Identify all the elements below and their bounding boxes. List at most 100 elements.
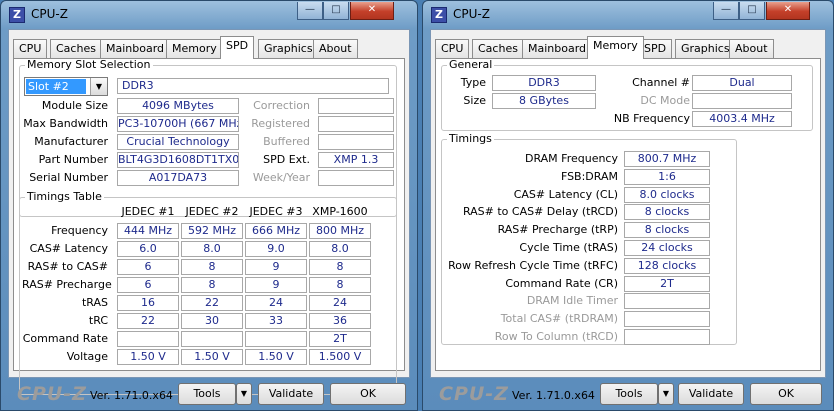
memory-timing-label: DRAM Frequency	[524, 152, 618, 165]
group-title: General	[447, 58, 495, 71]
timing-cell: 9	[245, 259, 307, 275]
memory-timing-value: 128 clocks	[624, 257, 710, 274]
timing-row-label: tRC	[88, 314, 108, 327]
tab-cpu[interactable]: CPU	[435, 39, 470, 58]
tab-graphics[interactable]: Graphics	[258, 39, 319, 58]
tab-graphics[interactable]: Graphics	[675, 39, 736, 58]
memory-timing-label: Command Rate (CR)	[505, 276, 618, 290]
module-size-label: Module Size	[41, 99, 108, 112]
timing-cell: 592 MHz	[181, 223, 243, 239]
timing-row-label: RAS# to CAS#	[27, 260, 108, 273]
chevron-down-icon[interactable]: ▼	[90, 78, 107, 95]
memory-timing-value	[624, 329, 710, 345]
timing-cell: 8	[309, 259, 371, 275]
window-title: CPU-Z	[31, 7, 68, 21]
timing-col-header: XMP-1600	[312, 205, 368, 218]
timing-col-header: JEDEC #1	[121, 205, 175, 218]
validate-button[interactable]: Validate	[258, 383, 324, 405]
chevron-down-icon[interactable]: ▼	[658, 383, 674, 405]
timing-col-header: JEDEC #2	[185, 205, 239, 218]
manufacturer-label: Manufacturer	[34, 135, 108, 148]
max-bandwidth-label: Max Bandwidth	[23, 117, 108, 130]
timing-cell: 1.50 V	[181, 349, 243, 365]
tab-about[interactable]: About	[313, 39, 358, 58]
timing-cell: 16	[117, 295, 179, 311]
version-label: Ver. 1.71.0.x64	[90, 389, 173, 402]
group-title: Memory Slot Selection	[25, 58, 153, 71]
size-value: 8 GBytes	[492, 93, 596, 109]
timing-cell: 1.50 V	[117, 349, 179, 365]
tab-about[interactable]: About	[729, 39, 774, 58]
timing-cell: 8	[181, 259, 243, 275]
tab-spd[interactable]: SPD	[220, 36, 255, 59]
tab-memory[interactable]: Memory	[587, 36, 644, 59]
memory-timing-value: 1:6	[624, 168, 710, 185]
timing-row-label: tRAS	[81, 296, 108, 309]
title-bar[interactable]: Z CPU-Z — □ ✕	[423, 1, 833, 29]
timing-cell: 800 MHz	[309, 223, 371, 239]
buffered-label: Buffered	[263, 135, 310, 148]
minimize-button[interactable]: —	[713, 2, 739, 20]
nb-frequency-label: NB Frequency	[613, 112, 690, 125]
memory-timing-value: 800.7 MHz	[624, 151, 710, 167]
tab-caches[interactable]: Caches	[472, 39, 524, 58]
dc-mode-label: DC Mode	[640, 94, 690, 107]
timing-cell: 9.0	[245, 241, 307, 257]
memory-timing-value: 8.0 clocks	[624, 186, 710, 203]
tab-mainboard[interactable]: Mainboard	[522, 39, 593, 58]
minimize-button[interactable]: —	[297, 2, 323, 20]
memory-timing-label: DRAM Idle Timer	[526, 294, 618, 308]
module-size-value: 4096 MBytes	[117, 98, 239, 114]
title-bar[interactable]: Z CPU-Z — □ ✕	[1, 1, 417, 29]
validate-button[interactable]: Validate	[678, 383, 744, 405]
timing-cell: 8	[181, 277, 243, 293]
timing-cell: 9	[245, 277, 307, 293]
cpuz-window-memory: Z CPU-Z — □ ✕ CPU Caches Mainboard Memor…	[422, 0, 834, 411]
tools-button[interactable]: Tools	[600, 383, 658, 405]
timing-cell: 666 MHz	[245, 223, 307, 239]
cpuz-app-icon: Z	[9, 7, 25, 23]
tools-button[interactable]: Tools	[178, 383, 236, 405]
slot-select[interactable]: Slot #2 ▼	[24, 77, 108, 96]
memory-type-value: DDR3	[117, 78, 389, 94]
tab-caches[interactable]: Caches	[50, 39, 102, 58]
cpuz-logo: CPU-Z	[439, 383, 509, 405]
timing-cell: 2T	[309, 331, 371, 347]
ok-button[interactable]: OK	[330, 383, 406, 405]
maximize-button[interactable]: □	[323, 2, 349, 20]
timing-cell: 22	[181, 295, 243, 311]
size-label: Size	[463, 94, 486, 107]
memory-timing-value: 2T	[624, 275, 710, 292]
timing-cell	[117, 331, 179, 347]
footer-bar: CPU-Z Ver. 1.71.0.x64 Tools ▼ Validate O…	[8, 378, 410, 410]
buffered-value	[318, 134, 394, 150]
timing-cell: 6.0	[117, 241, 179, 257]
timing-cell: 6	[117, 259, 179, 275]
timing-row-label: Command Rate	[22, 332, 108, 345]
timing-cell: 1.500 V	[309, 349, 371, 365]
spd-ext-value: XMP 1.3	[318, 152, 394, 168]
timing-cell: 33	[245, 313, 307, 329]
spd-panel: Memory Slot Selection Slot #2 ▼ DDR3 Mod…	[13, 58, 405, 395]
timing-col-header: JEDEC #3	[249, 205, 303, 218]
tab-mainboard[interactable]: Mainboard	[100, 39, 171, 58]
tab-memory[interactable]: Memory	[166, 39, 223, 58]
close-button[interactable]: ✕	[766, 2, 810, 20]
memory-panel: General Type DDR3 Size 8 GBytes Channel …	[435, 58, 821, 371]
tab-cpu[interactable]: CPU	[13, 39, 48, 58]
cpuz-window-spd: Z CPU-Z — □ ✕ CPU Caches Mainboard Memor…	[0, 0, 418, 411]
timing-cell: 36	[309, 313, 371, 329]
maximize-button[interactable]: □	[739, 2, 765, 20]
client-area: CPU Caches Mainboard Memory SPD Graphics…	[8, 29, 410, 395]
timing-row-label: CAS# Latency	[29, 242, 108, 255]
ok-button[interactable]: OK	[750, 383, 822, 405]
memory-timing-label: Row Refresh Cycle Time (tRFC)	[448, 258, 618, 272]
timing-cell: 24	[245, 295, 307, 311]
memory-timing-value: 8 clocks	[624, 222, 710, 239]
memory-timing-label: RAS# to CAS# Delay (tRCD)	[462, 205, 618, 219]
close-button[interactable]: ✕	[350, 2, 394, 20]
group-title: Timings Table	[25, 190, 104, 203]
timing-row-label: Frequency	[51, 224, 108, 237]
chevron-down-icon[interactable]: ▼	[236, 383, 252, 405]
memory-timing-value	[624, 293, 710, 310]
